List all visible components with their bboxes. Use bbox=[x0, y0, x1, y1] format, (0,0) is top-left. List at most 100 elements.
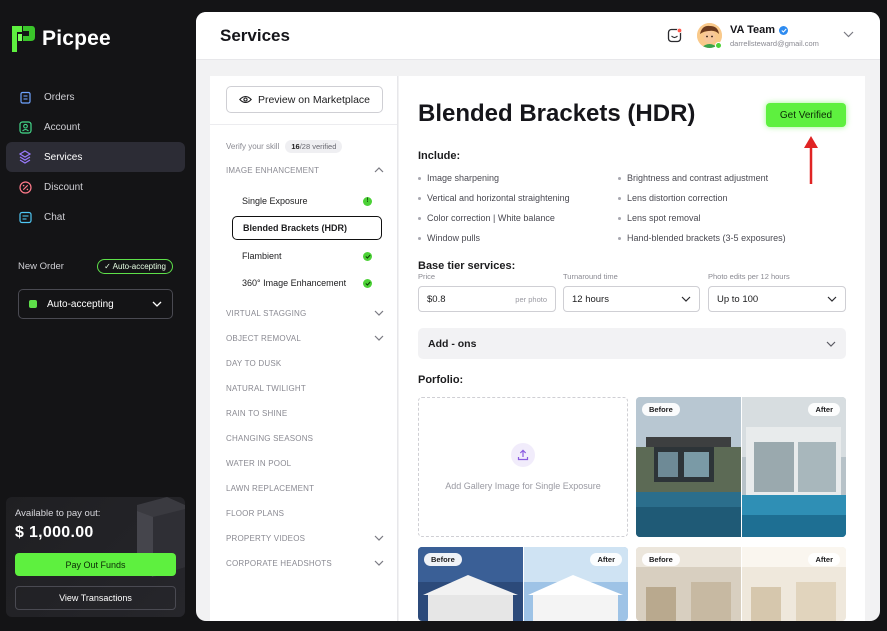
nav-item-chat[interactable]: Chat bbox=[6, 202, 185, 232]
category-label: RAIN TO SHINE bbox=[226, 408, 288, 418]
notification-icon[interactable] bbox=[667, 27, 683, 43]
category-corporate-headshots[interactable]: CORPORATE HEADSHOTS bbox=[226, 553, 384, 573]
get-verified-button[interactable]: Get Verified bbox=[766, 103, 846, 127]
new-order-label: New Order bbox=[18, 261, 64, 272]
bullet bbox=[418, 176, 421, 180]
preview-marketplace-button[interactable]: Preview on Marketplace bbox=[226, 86, 383, 113]
chevron-down-icon bbox=[152, 301, 162, 307]
nav-item-discount[interactable]: Discount bbox=[6, 172, 185, 202]
category-label: VIRTUAL STAGGING bbox=[226, 308, 307, 318]
brand-logo[interactable]: Picpee bbox=[10, 22, 111, 56]
nav-item-account[interactable]: Account bbox=[6, 112, 185, 142]
top-bar: Services VA Team darrellsteward@gmail.co… bbox=[196, 12, 880, 60]
auto-accept-select[interactable]: Auto-accepting bbox=[18, 289, 173, 319]
price-unit: per photo bbox=[515, 294, 547, 304]
list-item-text: Color correction | White balance bbox=[427, 213, 555, 223]
sub-item-360-enhancement[interactable]: 360° Image Enhancement bbox=[232, 271, 382, 295]
picpee-logo-icon bbox=[12, 26, 35, 52]
list-item-text: Window pulls bbox=[427, 233, 481, 243]
sub-item-blended-brackets[interactable]: Blended Brackets (HDR) bbox=[232, 216, 382, 240]
online-status-dot bbox=[715, 42, 722, 49]
add-ons-label: Add - ons bbox=[428, 337, 477, 350]
category-water-in-pool[interactable]: WATER IN POOL bbox=[226, 453, 384, 473]
category-virtual-stagging[interactable]: VIRTUAL STAGGING bbox=[226, 303, 384, 323]
category-object-removal[interactable]: OBJECT REMOVAL bbox=[226, 328, 384, 348]
turnaround-select[interactable]: 12 hours bbox=[563, 286, 700, 312]
portfolio-image[interactable]: Before After bbox=[636, 547, 846, 621]
auto-accept-select-value: Auto-accepting bbox=[47, 298, 114, 310]
bullet bbox=[418, 216, 421, 220]
chevron-down-icon[interactable] bbox=[843, 31, 854, 38]
verify-count-rest: /28 verified bbox=[299, 142, 337, 151]
add-gallery-image-dropzone[interactable]: Add Gallery Image for Single Exposure bbox=[418, 397, 628, 537]
divider bbox=[210, 124, 397, 125]
category-label: CORPORATE HEADSHOTS bbox=[226, 558, 332, 568]
category-floor-plans[interactable]: FLOOR PLANS bbox=[226, 503, 384, 523]
sub-item-single-exposure[interactable]: Single Exposure ! bbox=[232, 189, 382, 213]
portfolio-heading: Porfolio: bbox=[418, 374, 464, 386]
price-input[interactable] bbox=[427, 293, 487, 305]
category-rain-to-shine[interactable]: RAIN TO SHINE bbox=[226, 403, 384, 423]
category-lawn-replacement[interactable]: LAWN REPLACEMENT bbox=[226, 478, 384, 498]
price-label: Price bbox=[418, 272, 436, 281]
eye-icon bbox=[239, 95, 252, 104]
bullet bbox=[618, 236, 621, 240]
list-item-text: Lens distortion correction bbox=[627, 193, 728, 203]
before-tag: Before bbox=[424, 553, 462, 566]
verified-check-icon bbox=[363, 251, 372, 261]
verified-badge-icon bbox=[779, 25, 789, 35]
sub-item-label: Flambient bbox=[242, 251, 282, 261]
split-divider bbox=[741, 397, 742, 537]
price-field[interactable]: per photo bbox=[418, 286, 556, 312]
list-item-text: Lens spot removal bbox=[627, 213, 701, 223]
category-label: PROPERTY VIDEOS bbox=[226, 533, 306, 543]
category-label: LAWN REPLACEMENT bbox=[226, 483, 315, 493]
orders-icon bbox=[18, 90, 32, 104]
list-item: Window pulls bbox=[418, 228, 570, 248]
category-changing-seasons[interactable]: CHANGING SEASONS bbox=[226, 428, 384, 448]
pending-status-icon: ! bbox=[363, 196, 372, 206]
pay-out-funds-button[interactable]: Pay Out Funds bbox=[15, 553, 176, 576]
list-item: Color correction | White balance bbox=[418, 208, 570, 228]
before-tag: Before bbox=[642, 553, 680, 566]
chevron-up-icon bbox=[374, 167, 384, 173]
after-tag: After bbox=[590, 553, 622, 566]
category-label: IMAGE ENHANCEMENT bbox=[226, 165, 320, 175]
nav-item-services[interactable]: Services bbox=[6, 142, 185, 172]
payout-card: Available to pay out: $ 1,000.00 Pay Out… bbox=[6, 497, 185, 617]
after-tag: After bbox=[808, 403, 840, 416]
upload-text: Add Gallery Image for Single Exposure bbox=[445, 481, 601, 491]
nav-label: Discount bbox=[44, 181, 83, 193]
add-ons-accordion[interactable]: Add - ons bbox=[418, 328, 846, 359]
photo-edits-select[interactable]: Up to 100 bbox=[708, 286, 846, 312]
chevron-down-icon bbox=[826, 341, 836, 347]
sub-item-label: Single Exposure bbox=[242, 196, 308, 206]
chevron-down-icon bbox=[374, 535, 384, 541]
nav-item-orders[interactable]: Orders bbox=[6, 82, 185, 112]
after-tag: After bbox=[808, 553, 840, 566]
chevron-down-icon bbox=[374, 560, 384, 566]
user-email: darrellsteward@gmail.com bbox=[730, 39, 819, 48]
category-day-to-dusk[interactable]: DAY TO DUSK bbox=[226, 353, 384, 373]
sub-item-flambient[interactable]: Flambient bbox=[232, 244, 382, 268]
include-list-left: Image sharpening Vertical and horizontal… bbox=[418, 168, 570, 248]
nav-label: Services bbox=[44, 151, 83, 163]
category-label: CHANGING SEASONS bbox=[226, 433, 314, 443]
category-property-videos[interactable]: PROPERTY VIDEOS bbox=[226, 528, 384, 548]
photo-edits-label: Photo edits per 12 hours bbox=[708, 272, 790, 281]
preview-button-label: Preview on Marketplace bbox=[257, 93, 371, 106]
category-label: WATER IN POOL bbox=[226, 458, 292, 468]
payout-label: Available to pay out: bbox=[15, 508, 101, 519]
include-list-right: Brightness and contrast adjustment Lens … bbox=[618, 168, 786, 248]
list-item-text: Image sharpening bbox=[427, 173, 500, 183]
portfolio-image[interactable]: Before After bbox=[636, 397, 846, 537]
portfolio-image[interactable]: Before After bbox=[418, 547, 628, 621]
category-natural-twilight[interactable]: NATURAL TWILIGHT bbox=[226, 378, 384, 398]
service-detail-panel: Blended Brackets (HDR) Get Verified Incl… bbox=[399, 76, 865, 621]
nav-label: Orders bbox=[44, 91, 75, 103]
list-item-text: Vertical and horizontal straightening bbox=[427, 193, 570, 203]
main-panel: Services VA Team darrellsteward@gmail.co… bbox=[196, 12, 880, 621]
view-transactions-button[interactable]: View Transactions bbox=[15, 586, 176, 610]
status-square-icon bbox=[29, 300, 37, 308]
category-image-enhancement[interactable]: IMAGE ENHANCEMENT bbox=[226, 160, 384, 180]
